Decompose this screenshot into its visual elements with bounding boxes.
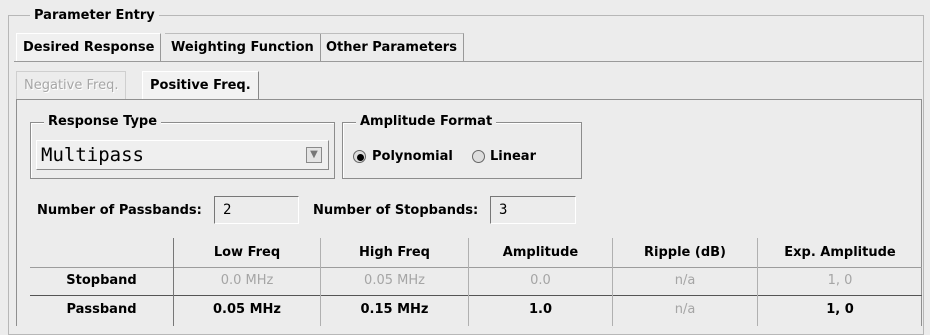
tab-desired-response[interactable]: Desired Response — [16, 33, 162, 61]
row-header-passband: Passband — [66, 302, 137, 317]
response-type-value: Multipass — [41, 144, 144, 166]
passband-low-freq-cell[interactable]: 0.05 MHz — [174, 297, 320, 323]
linear-radio[interactable] — [472, 150, 485, 163]
tab-other-parameters[interactable]: Other Parameters — [320, 33, 464, 61]
stopband-exp-amplitude-cell[interactable]: 1, 0 — [758, 268, 922, 294]
stopband-amplitude-cell[interactable]: 0.0 — [469, 268, 612, 294]
col-header-amplitude: Amplitude — [502, 245, 579, 260]
passband-amplitude-cell[interactable]: 1.0 — [469, 297, 612, 323]
col-header-low-freq: Low Freq — [213, 245, 281, 260]
stopbands-label: Number of Stopbands: — [313, 203, 479, 218]
passbands-input[interactable]: 2 — [214, 196, 299, 224]
passband-high-freq-cell[interactable]: 0.15 MHz — [321, 297, 468, 323]
amplitude-format-legend: Amplitude Format — [356, 114, 497, 130]
col-header-exp-amplitude: Exp. Amplitude — [784, 245, 896, 260]
subtab-negative-freq[interactable]: Negative Freq. — [16, 71, 127, 99]
col-header-high-freq: High Freq — [358, 245, 430, 260]
passband-ripple-cell[interactable]: n/a — [613, 297, 757, 323]
row-header-stopband: Stopband — [66, 273, 137, 288]
chevron-down-icon[interactable]: ▼ — [306, 147, 322, 163]
passbands-label: Number of Passbands: — [37, 203, 202, 218]
polynomial-label[interactable]: Polynomial — [372, 149, 453, 165]
parameter-entry-title: Parameter Entry — [30, 8, 159, 23]
stopband-low-freq-cell[interactable]: 0.0 MHz — [174, 268, 320, 294]
stopbands-input[interactable]: 3 — [490, 196, 576, 224]
passband-exp-amplitude-cell[interactable]: 1, 0 — [758, 297, 922, 323]
tab-weighting-function[interactable]: Weighting Function — [165, 33, 321, 61]
col-header-ripple: Ripple (dB) — [644, 245, 726, 260]
stopband-high-freq-cell[interactable]: 0.05 MHz — [321, 268, 468, 294]
linear-label[interactable]: Linear — [490, 149, 536, 165]
stopband-ripple-cell[interactable]: n/a — [613, 268, 757, 294]
response-type-select[interactable]: Multipass ▼ — [36, 140, 329, 170]
subtab-positive-freq[interactable]: Positive Freq. — [142, 71, 259, 99]
table-divider — [30, 295, 922, 296]
polynomial-radio[interactable] — [353, 150, 366, 163]
response-type-legend: Response Type — [44, 114, 162, 130]
